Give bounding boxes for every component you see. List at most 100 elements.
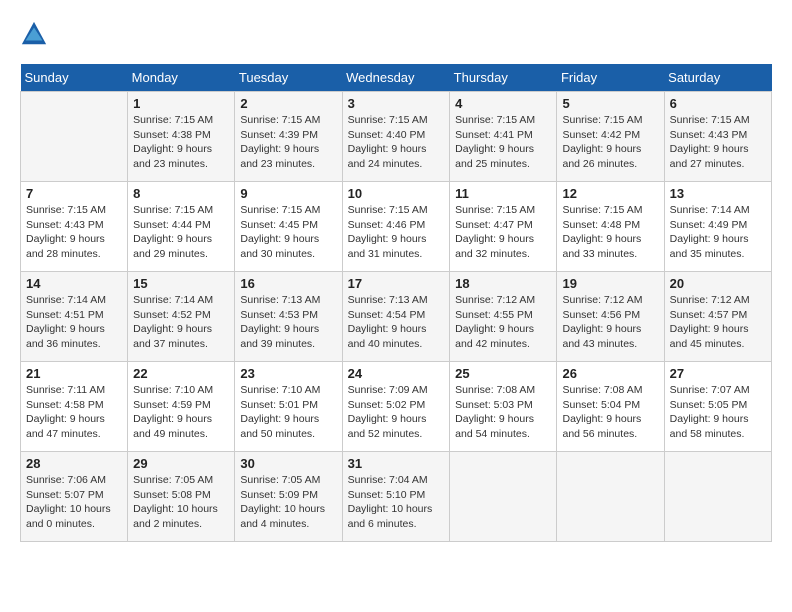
day-number: 4 — [455, 96, 551, 111]
calendar-cell — [557, 452, 664, 542]
day-info: Sunrise: 7:14 AMSunset: 4:51 PMDaylight:… — [26, 293, 122, 352]
day-number: 24 — [348, 366, 445, 381]
day-info: Sunrise: 7:15 AMSunset: 4:42 PMDaylight:… — [562, 113, 658, 172]
day-number: 31 — [348, 456, 445, 471]
calendar-week-1: 1 Sunrise: 7:15 AMSunset: 4:38 PMDaylight… — [21, 92, 772, 182]
calendar-cell: 18Sunrise: 7:12 AMSunset: 4:55 PMDayligh… — [450, 272, 557, 362]
weekday-header-wednesday: Wednesday — [342, 64, 450, 92]
day-number: 3 — [348, 96, 445, 111]
day-number: 14 — [26, 276, 122, 291]
calendar-cell: 12 Sunrise: 7:15 AMSunset: 4:48 PMDayligh… — [557, 182, 664, 272]
weekday-header-monday: Monday — [128, 64, 235, 92]
day-info: Sunrise: 7:15 AMSunset: 4:48 PMDaylight:… — [562, 203, 658, 262]
day-number: 13 — [670, 186, 766, 201]
day-number: 11 — [455, 186, 551, 201]
day-info: Sunrise: 7:15 AMSunset: 4:43 PMDaylight:… — [670, 113, 766, 172]
day-number: 12 — [562, 186, 658, 201]
day-info: Sunrise: 7:06 AMSunset: 5:07 PMDaylight:… — [26, 473, 122, 532]
calendar-cell: 30Sunrise: 7:05 AMSunset: 5:09 PMDayligh… — [235, 452, 342, 542]
day-info: Sunrise: 7:08 AMSunset: 5:03 PMDaylight:… — [455, 383, 551, 442]
day-info: Sunrise: 7:10 AMSunset: 4:59 PMDaylight:… — [133, 383, 229, 442]
day-number: 26 — [562, 366, 658, 381]
day-info: Sunrise: 7:15 AMSunset: 4:38 PMDaylight:… — [133, 113, 229, 172]
calendar-cell: 22 Sunrise: 7:10 AMSunset: 4:59 PMDayligh… — [128, 362, 235, 452]
calendar-cell: 28Sunrise: 7:06 AMSunset: 5:07 PMDayligh… — [21, 452, 128, 542]
day-number: 22 — [133, 366, 229, 381]
calendar-cell: 23 Sunrise: 7:10 AMSunset: 5:01 PMDayligh… — [235, 362, 342, 452]
day-number: 7 — [26, 186, 122, 201]
day-number: 9 — [240, 186, 336, 201]
day-number: 20 — [670, 276, 766, 291]
calendar-week-2: 7 Sunrise: 7:15 AMSunset: 4:43 PMDaylight… — [21, 182, 772, 272]
day-info: Sunrise: 7:13 AMSunset: 4:54 PMDaylight:… — [348, 293, 445, 352]
calendar-cell: 6 Sunrise: 7:15 AMSunset: 4:43 PMDaylight… — [664, 92, 771, 182]
day-info: Sunrise: 7:15 AMSunset: 4:45 PMDaylight:… — [240, 203, 336, 262]
calendar-cell: 21Sunrise: 7:11 AMSunset: 4:58 PMDayligh… — [21, 362, 128, 452]
day-info: Sunrise: 7:14 AMSunset: 4:52 PMDaylight:… — [133, 293, 229, 352]
day-info: Sunrise: 7:09 AMSunset: 5:02 PMDaylight:… — [348, 383, 445, 442]
calendar-cell: 14 Sunrise: 7:14 AMSunset: 4:51 PMDayligh… — [21, 272, 128, 362]
day-info: Sunrise: 7:08 AMSunset: 5:04 PMDaylight:… — [562, 383, 658, 442]
calendar-cell: 11Sunrise: 7:15 AMSunset: 4:47 PMDayligh… — [450, 182, 557, 272]
calendar-cell: 27Sunrise: 7:07 AMSunset: 5:05 PMDayligh… — [664, 362, 771, 452]
day-info: Sunrise: 7:05 AMSunset: 5:08 PMDaylight:… — [133, 473, 229, 532]
calendar-cell: 15 Sunrise: 7:14 AMSunset: 4:52 PMDayligh… — [128, 272, 235, 362]
calendar-cell: 16Sunrise: 7:13 AMSunset: 4:53 PMDayligh… — [235, 272, 342, 362]
day-number: 1 — [133, 96, 229, 111]
logo — [20, 20, 52, 48]
calendar-cell: 19 Sunrise: 7:12 AMSunset: 4:56 PMDayligh… — [557, 272, 664, 362]
calendar-cell — [450, 452, 557, 542]
calendar-cell: 5 Sunrise: 7:15 AMSunset: 4:42 PMDaylight… — [557, 92, 664, 182]
calendar-cell: 9 Sunrise: 7:15 AMSunset: 4:45 PMDaylight… — [235, 182, 342, 272]
weekday-header-tuesday: Tuesday — [235, 64, 342, 92]
calendar-cell: 31 Sunrise: 7:04 AMSunset: 5:10 PMDayligh… — [342, 452, 450, 542]
calendar-cell: 24 Sunrise: 7:09 AMSunset: 5:02 PMDayligh… — [342, 362, 450, 452]
day-number: 17 — [348, 276, 445, 291]
calendar-cell: 2 Sunrise: 7:15 AMSunset: 4:39 PMDaylight… — [235, 92, 342, 182]
calendar-cell: 13 Sunrise: 7:14 AMSunset: 4:49 PMDayligh… — [664, 182, 771, 272]
day-number: 15 — [133, 276, 229, 291]
calendar-cell: 1 Sunrise: 7:15 AMSunset: 4:38 PMDaylight… — [128, 92, 235, 182]
calendar-cell: 10 Sunrise: 7:15 AMSunset: 4:46 PMDayligh… — [342, 182, 450, 272]
day-info: Sunrise: 7:15 AMSunset: 4:40 PMDaylight:… — [348, 113, 445, 172]
day-info: Sunrise: 7:15 AMSunset: 4:39 PMDaylight:… — [240, 113, 336, 172]
calendar-cell: 4 Sunrise: 7:15 AMSunset: 4:41 PMDaylight… — [450, 92, 557, 182]
day-info: Sunrise: 7:15 AMSunset: 4:43 PMDaylight:… — [26, 203, 122, 262]
calendar-cell: 20 Sunrise: 7:12 AMSunset: 4:57 PMDayligh… — [664, 272, 771, 362]
page-header — [20, 20, 772, 48]
day-info: Sunrise: 7:11 AMSunset: 4:58 PMDaylight:… — [26, 383, 122, 442]
day-number: 2 — [240, 96, 336, 111]
day-number: 8 — [133, 186, 229, 201]
day-info: Sunrise: 7:15 AMSunset: 4:46 PMDaylight:… — [348, 203, 445, 262]
calendar-cell: 8Sunrise: 7:15 AMSunset: 4:44 PMDaylight… — [128, 182, 235, 272]
calendar-week-3: 14 Sunrise: 7:14 AMSunset: 4:51 PMDayligh… — [21, 272, 772, 362]
day-info: Sunrise: 7:12 AMSunset: 4:57 PMDaylight:… — [670, 293, 766, 352]
logo-icon — [20, 20, 48, 48]
day-number: 29 — [133, 456, 229, 471]
calendar-cell: 7 Sunrise: 7:15 AMSunset: 4:43 PMDaylight… — [21, 182, 128, 272]
day-info: Sunrise: 7:13 AMSunset: 4:53 PMDaylight:… — [240, 293, 336, 352]
day-number: 5 — [562, 96, 658, 111]
day-info: Sunrise: 7:12 AMSunset: 4:56 PMDaylight:… — [562, 293, 658, 352]
calendar-cell: 17 Sunrise: 7:13 AMSunset: 4:54 PMDayligh… — [342, 272, 450, 362]
day-number: 6 — [670, 96, 766, 111]
weekday-header-sunday: Sunday — [21, 64, 128, 92]
day-number: 30 — [240, 456, 336, 471]
day-info: Sunrise: 7:15 AMSunset: 4:41 PMDaylight:… — [455, 113, 551, 172]
calendar-cell: 29 Sunrise: 7:05 AMSunset: 5:08 PMDayligh… — [128, 452, 235, 542]
calendar-cell: 26 Sunrise: 7:08 AMSunset: 5:04 PMDayligh… — [557, 362, 664, 452]
calendar-cell — [664, 452, 771, 542]
day-info: Sunrise: 7:04 AMSunset: 5:10 PMDaylight:… — [348, 473, 445, 532]
day-number: 10 — [348, 186, 445, 201]
day-number: 23 — [240, 366, 336, 381]
day-number: 19 — [562, 276, 658, 291]
day-info: Sunrise: 7:10 AMSunset: 5:01 PMDaylight:… — [240, 383, 336, 442]
calendar-cell: 3 Sunrise: 7:15 AMSunset: 4:40 PMDaylight… — [342, 92, 450, 182]
calendar-week-5: 28Sunrise: 7:06 AMSunset: 5:07 PMDayligh… — [21, 452, 772, 542]
calendar-table: SundayMondayTuesdayWednesdayThursdayFrid… — [20, 64, 772, 542]
weekday-header-saturday: Saturday — [664, 64, 771, 92]
weekday-header-friday: Friday — [557, 64, 664, 92]
calendar-week-4: 21Sunrise: 7:11 AMSunset: 4:58 PMDayligh… — [21, 362, 772, 452]
day-info: Sunrise: 7:12 AMSunset: 4:55 PMDaylight:… — [455, 293, 551, 352]
day-info: Sunrise: 7:14 AMSunset: 4:49 PMDaylight:… — [670, 203, 766, 262]
